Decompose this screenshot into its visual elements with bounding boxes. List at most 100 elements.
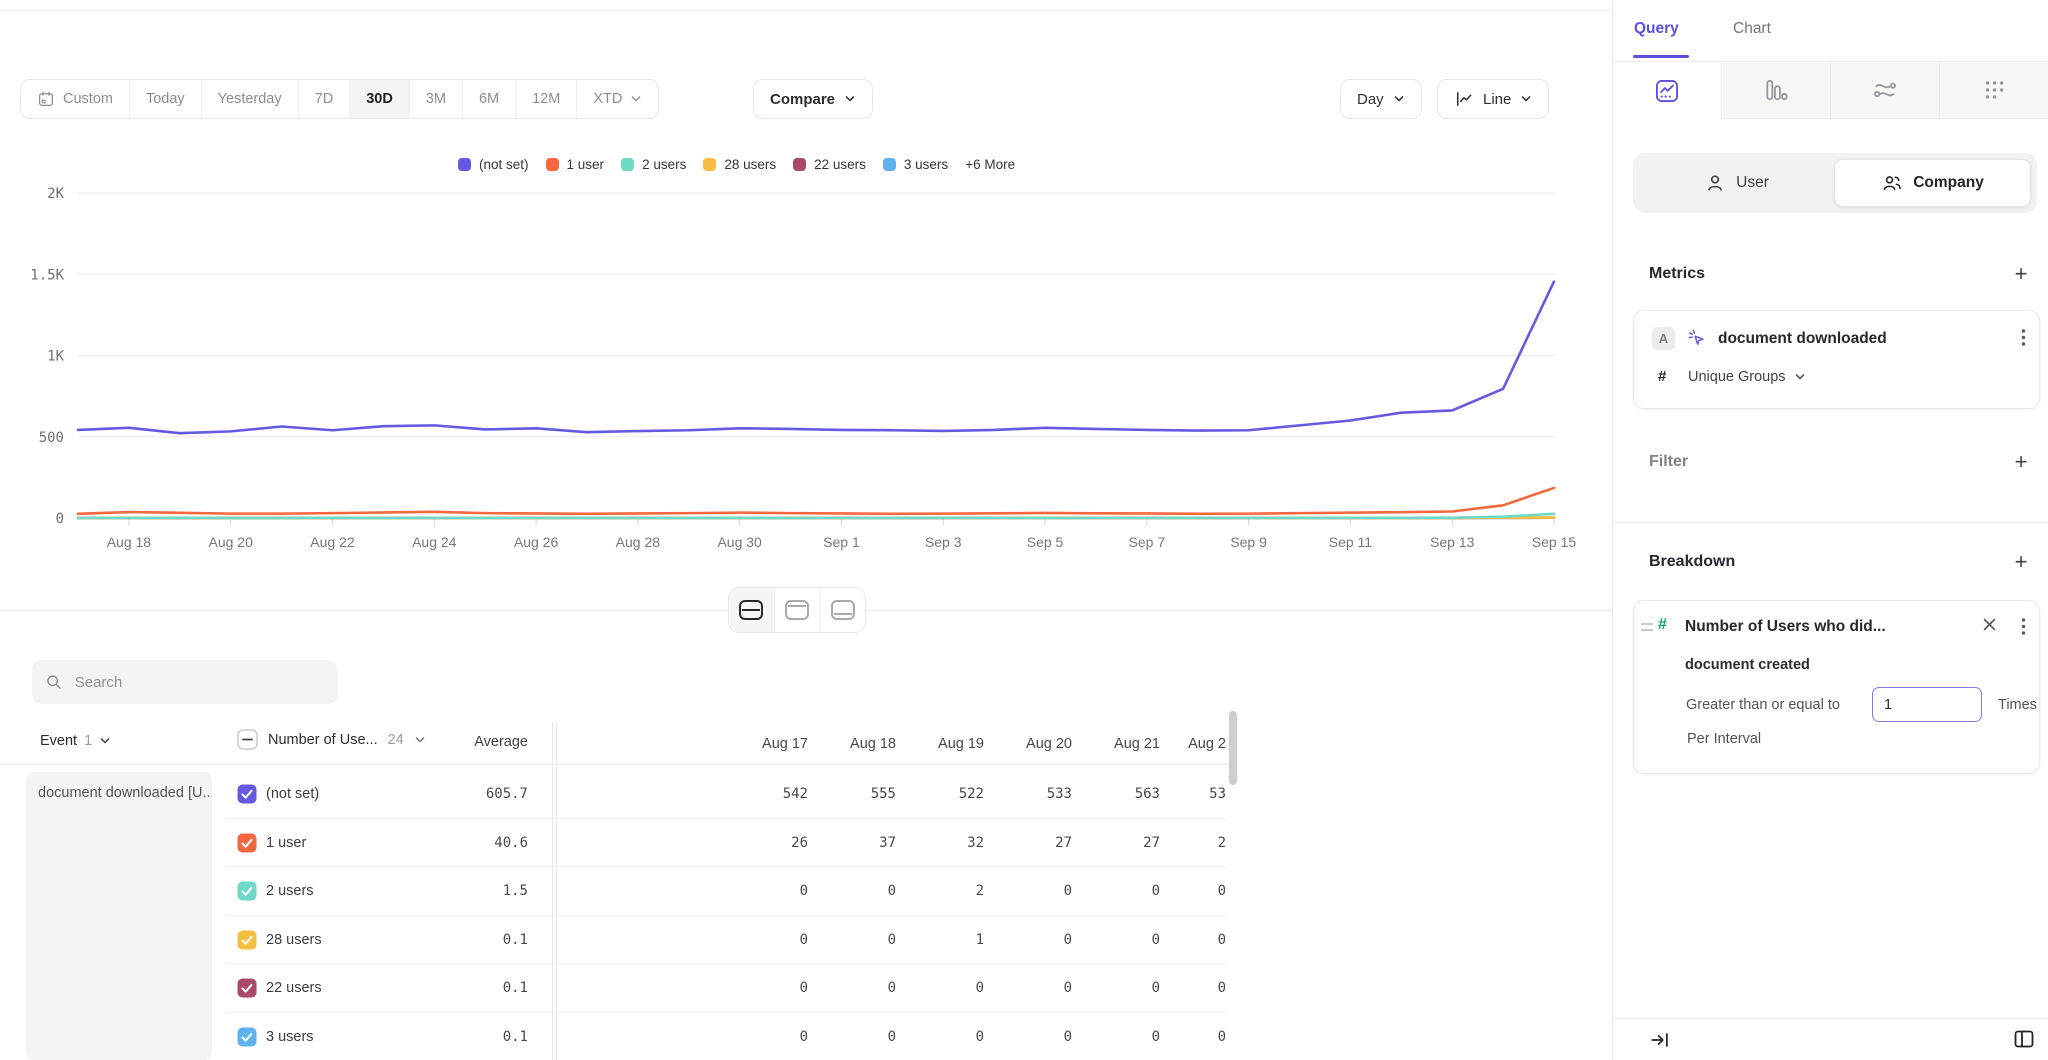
table-row[interactable]: 2 users1.5002000 xyxy=(0,867,1612,916)
series-header-label[interactable]: Number of Use... xyxy=(268,732,378,748)
times-input-wrap xyxy=(1872,687,1982,722)
date-column-header[interactable]: Aug 20 xyxy=(1004,736,1092,752)
table-row[interactable]: 28 users0.1001000 xyxy=(0,916,1612,965)
compare-button[interactable]: Compare xyxy=(753,79,873,119)
metric-event-name[interactable]: document downloaded xyxy=(1718,330,1887,348)
average-column-header[interactable]: Average xyxy=(420,734,528,750)
date-column-header[interactable]: Aug 2 xyxy=(1180,736,1228,752)
flow-chart-tab[interactable] xyxy=(1830,62,1939,119)
row-checkbox[interactable] xyxy=(237,1027,257,1047)
svg-text:1.5K: 1.5K xyxy=(30,267,64,283)
cell-value: 0 xyxy=(828,1029,916,1045)
interval-select[interactable]: Day xyxy=(1340,79,1422,119)
range-12m[interactable]: 12M xyxy=(516,80,577,118)
add-breakdown-button[interactable]: + xyxy=(2010,551,2032,573)
metric-card[interactable]: A document downloaded # Unique Groups xyxy=(1633,310,2040,409)
breakdown-condition-label[interactable]: Greater than or equal to xyxy=(1686,697,1840,713)
breakdown-card: # Number of Users who did... document cr… xyxy=(1633,600,2040,774)
tab-chart[interactable]: Chart xyxy=(1733,20,1771,38)
breakdown-event-name[interactable]: document created xyxy=(1685,657,1810,673)
svg-text:0: 0 xyxy=(56,511,64,527)
entity-option-user[interactable]: User xyxy=(1639,159,1834,207)
range-custom[interactable]: Custom xyxy=(21,80,130,118)
entity-option-company[interactable]: Company xyxy=(1834,159,2031,207)
table-row[interactable]: 22 users0.1000000 xyxy=(0,964,1612,1013)
breakdown-title[interactable]: Number of Users who did... xyxy=(1685,618,1886,636)
add-metric-button[interactable]: + xyxy=(2010,263,2032,285)
metric-letter-badge: A xyxy=(1652,327,1675,350)
table-row[interactable]: 3 users0.1000000 xyxy=(0,1013,1612,1060)
panel-footer-divider xyxy=(1613,1018,2048,1019)
more-charts-tab[interactable] xyxy=(1939,62,2048,119)
close-icon[interactable] xyxy=(1982,617,1997,632)
svg-text:Sep 1: Sep 1 xyxy=(823,534,860,550)
average-value: 1.5 xyxy=(420,867,528,915)
entity-toggle: User Company xyxy=(1633,153,2037,213)
event-column-header[interactable]: Event 1 xyxy=(40,733,111,749)
chart-area[interactable]: 05001K1.5K2KAug 18Aug 20Aug 22Aug 24Aug … xyxy=(0,150,1612,570)
table-scrollbar[interactable] xyxy=(1229,711,1237,785)
segmentation-chart-tab[interactable] xyxy=(1613,62,1721,119)
layout-table-button[interactable] xyxy=(820,588,865,632)
autocapture-event-icon xyxy=(1686,327,1708,349)
range-6m[interactable]: 6M xyxy=(463,80,516,118)
series-label: 2 users xyxy=(266,867,314,915)
cell-value: 533 xyxy=(1004,786,1092,802)
range-3m[interactable]: 3M xyxy=(410,80,463,118)
row-checkbox[interactable] xyxy=(237,978,257,998)
cell-value: 0 xyxy=(1180,980,1228,996)
layout-chart-button[interactable] xyxy=(775,588,821,632)
active-tab-underline xyxy=(1633,55,1689,58)
kebab-menu-icon[interactable] xyxy=(2021,617,2026,636)
breakdown-section-title: Breakdown xyxy=(1649,553,1735,571)
date-column-header[interactable]: Aug 19 xyxy=(916,736,1004,752)
cell-value: 0 xyxy=(916,980,1004,996)
sidebar-toggle-icon[interactable] xyxy=(2012,1027,2036,1051)
cell-value: 0 xyxy=(1180,1029,1228,1045)
row-checkbox[interactable] xyxy=(237,881,257,901)
range-7d[interactable]: 7D xyxy=(299,80,351,118)
event-count: 1 xyxy=(84,733,92,749)
top-view-icon xyxy=(785,600,809,620)
range-30d[interactable]: 30D xyxy=(350,80,410,118)
date-column-header[interactable]: Aug 21 xyxy=(1092,736,1180,752)
indeterminate-checkbox[interactable] xyxy=(237,729,258,750)
number-property-icon: # xyxy=(1658,616,1667,634)
range-xtd[interactable]: XTD xyxy=(577,80,658,118)
drag-handle-icon[interactable] xyxy=(1641,623,1653,635)
measure-select[interactable]: Unique Groups xyxy=(1688,369,1806,385)
filter-breakdown-divider xyxy=(1613,522,2048,523)
bottom-view-icon xyxy=(831,600,855,620)
series-label: (not set) xyxy=(266,770,319,818)
cell-value: 0 xyxy=(1092,883,1180,899)
cell-value: 0 xyxy=(1092,1029,1180,1045)
date-column-header[interactable]: Aug 17 xyxy=(740,736,828,752)
search-input[interactable] xyxy=(73,673,325,692)
tab-query[interactable]: Query xyxy=(1634,20,1679,38)
row-checkbox[interactable] xyxy=(237,930,257,950)
grid-dots-icon xyxy=(1981,77,2007,103)
row-checkbox[interactable] xyxy=(237,784,257,804)
series-label: 28 users xyxy=(266,916,322,964)
times-input[interactable] xyxy=(1873,688,1981,721)
per-interval-label[interactable]: Per Interval xyxy=(1687,731,1761,747)
average-value: 605.7 xyxy=(420,770,528,818)
layout-split-button[interactable] xyxy=(729,588,775,632)
row-checkbox[interactable] xyxy=(237,833,257,853)
kebab-menu-icon[interactable] xyxy=(2021,328,2026,347)
cell-value: 0 xyxy=(1004,932,1092,948)
cell-value: 0 xyxy=(828,932,916,948)
date-column-header[interactable]: Aug 18 xyxy=(828,736,916,752)
table-row[interactable]: (not set)605.754255552253356353 xyxy=(0,770,1612,819)
bar-chart-tab[interactable] xyxy=(1721,62,1830,119)
chart-type-select[interactable]: Line xyxy=(1437,79,1549,119)
table-row[interactable]: 1 user40.626373227272 xyxy=(0,819,1612,868)
table-header: Event 1 Number of Use... 24 Average Aug … xyxy=(0,722,1612,765)
range-today[interactable]: Today xyxy=(130,80,202,118)
collapse-panel-icon[interactable] xyxy=(1649,1029,1671,1051)
cell-value: 542 xyxy=(740,786,828,802)
range-yesterday[interactable]: Yesterday xyxy=(202,80,299,118)
filter-section-title: Filter xyxy=(1649,453,1688,471)
add-filter-button[interactable]: + xyxy=(2010,451,2032,473)
segmentation-chart-icon xyxy=(1654,78,1680,104)
